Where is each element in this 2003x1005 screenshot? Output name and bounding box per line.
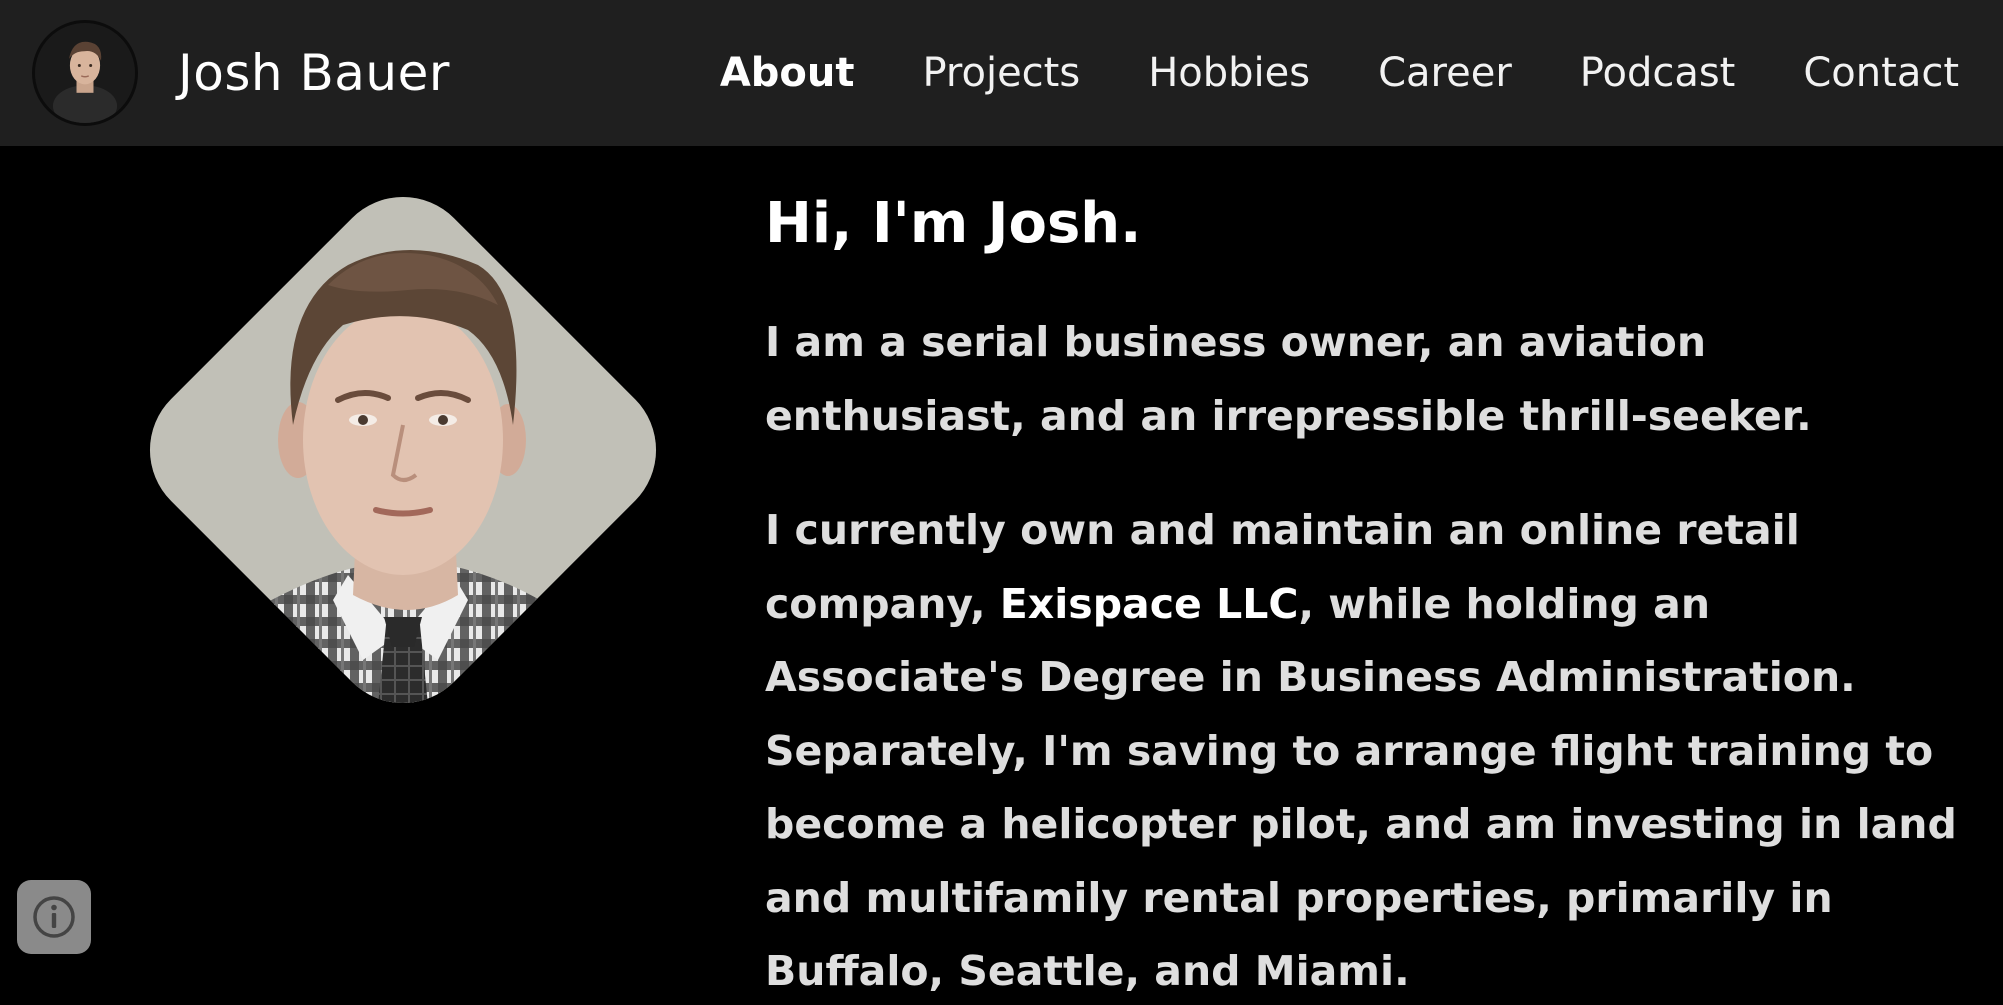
info-button[interactable] (17, 880, 91, 954)
site-header: Josh Bauer About Projects Hobbies Career… (0, 0, 2003, 146)
nav-link-career[interactable]: Career (1378, 46, 1512, 100)
nav-link-podcast[interactable]: Podcast (1580, 46, 1736, 100)
info-icon (33, 896, 75, 938)
site-brand-link[interactable]: Josh Bauer (32, 20, 450, 126)
about-section: Hi, I'm Josh. I am a serial business own… (765, 182, 1980, 1005)
site-name: Josh Bauer (178, 44, 450, 102)
bio-paragraph: I currently own and maintain an online r… (765, 494, 1980, 1005)
nav-link-projects[interactable]: Projects (923, 46, 1081, 100)
profile-portrait (108, 155, 698, 745)
avatar (32, 20, 138, 126)
company-name: Exispace LLC (999, 579, 1299, 628)
page-title: Hi, I'm Josh. (765, 191, 1142, 256)
nav-link-contact[interactable]: Contact (1803, 46, 1959, 100)
main-nav: About Projects Hobbies Career Podcast Co… (652, 46, 1959, 100)
bio-text-after: , while holding an Associate's Degree in… (765, 579, 1957, 996)
nav-link-about[interactable]: About (720, 46, 855, 100)
nav-link-hobbies[interactable]: Hobbies (1148, 46, 1310, 100)
intro-paragraph: I am a serial business owner, an aviatio… (765, 318, 1812, 440)
